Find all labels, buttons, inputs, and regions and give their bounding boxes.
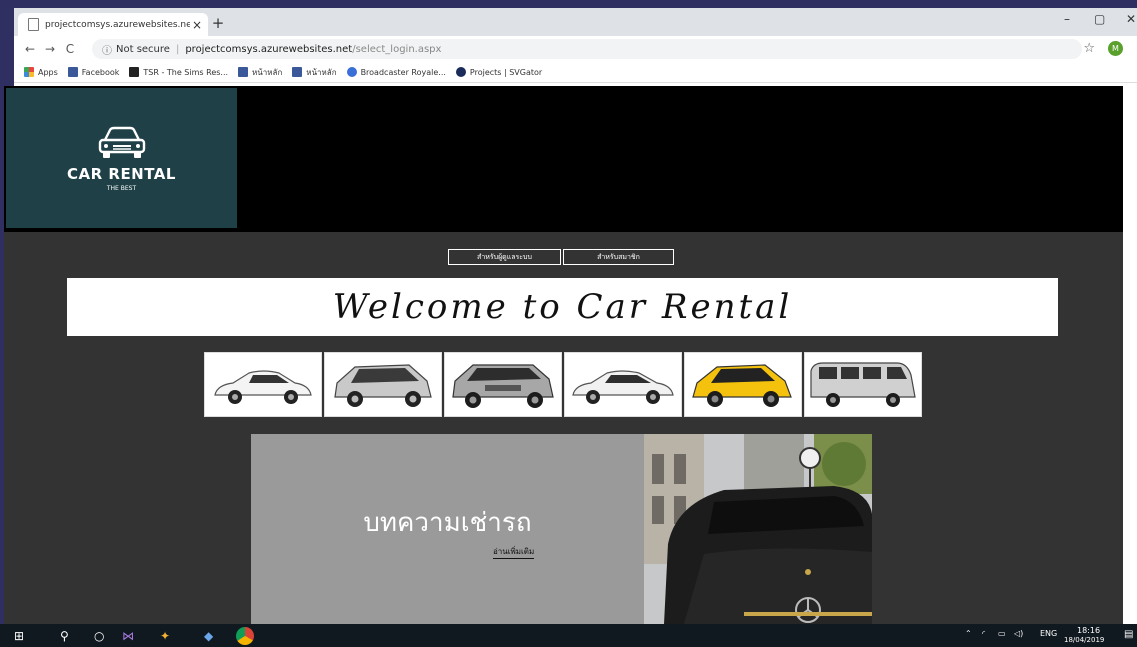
bookmark-label: Projects | SVGator [469,67,543,77]
app-icon[interactable]: ✦ [160,629,170,643]
facebook-icon [292,67,303,77]
logo-subtitle: THE BEST [106,185,137,192]
bookmarks-bar: Apps Facebook TSR - The Sims Res... หน้า… [14,62,1137,83]
security-label: Not secure [116,43,170,55]
apps-grid-icon [24,67,34,77]
tab-title: projectcomsys.azurewebsites.ne [45,19,190,30]
bookmark-label: หน้าหลัก [252,67,283,77]
logo-title: CAR RENTAL [67,165,176,183]
read-more-link[interactable]: อ่านเพิ่มเติม [493,545,535,559]
url-host: projectcomsys.azurewebsites.net [185,43,353,55]
address-bar[interactable]: ⓘ Not secure | projectcomsys.azurewebsit… [92,39,1082,59]
tab-strip: projectcomsys.azurewebsites.ne × + – ▢ ✕ [14,8,1137,36]
welcome-banner: Welcome to Car Rental [67,278,1058,336]
silver-suv-icon [334,364,432,407]
facebook-icon [238,67,249,77]
white-sedan-icon [214,370,312,404]
bookmark-label: Broadcaster Royale... [360,67,446,77]
site-logo[interactable]: CAR RENTAL THE BEST [6,88,237,228]
tsr-icon [129,67,140,77]
page-icon [28,18,39,31]
car-thumb-silver-van[interactable] [804,352,922,417]
new-tab-icon[interactable]: + [208,14,228,32]
svgator-icon [455,67,466,77]
broadcaster-icon [346,67,357,77]
volume-icon[interactable]: ◁) [1014,629,1023,638]
reload-icon[interactable]: C [60,42,80,56]
forward-icon[interactable]: → [40,42,60,56]
visual-studio-icon[interactable]: ⋈ [122,629,134,643]
article-title: บทความเช่ารถ [363,508,532,538]
back-icon[interactable]: ← [20,42,40,56]
tray-up-icon[interactable]: ⌃ [965,629,972,638]
bookmark-svgator[interactable]: Projects | SVGator [455,67,543,77]
grey-pickup-suv-icon [452,364,554,408]
yellow-hatchback-icon [692,364,792,407]
language-indicator[interactable]: ENG [1040,629,1057,638]
clock-time[interactable]: 18:16 [1077,626,1100,635]
app-icon-blue[interactable]: ◆ [204,629,213,643]
windows-taskbar: ⊞ ⚲ ○ ⋈ ✦ ◆ ⌃ ◜ ▭ ◁) ENG 18:16 18/04/201… [0,624,1137,647]
search-icon[interactable]: ⚲ [60,629,69,643]
url-path: /select_login.aspx [352,43,442,55]
bookmark-star-icon[interactable]: ☆ [1083,41,1095,56]
notifications-icon[interactable]: ▤ [1124,629,1133,640]
chrome-icon[interactable] [236,627,254,645]
tab-close-icon[interactable]: × [190,18,204,32]
car-thumb-white-compact[interactable] [564,352,682,417]
bookmark-tsr[interactable]: TSR - The Sims Res... [129,67,228,77]
header-band: CAR RENTAL THE BEST [4,86,1123,232]
member-login-button[interactable]: สำหรับสมาชิก [563,249,674,265]
article-panel: บทความเช่ารถ อ่านเพิ่มเติม [251,434,644,624]
network-icon[interactable]: ◜ [982,629,985,638]
maximize-icon[interactable]: ▢ [1094,12,1105,26]
browser-toolbar: ← → C ⓘ Not secure | projectcomsys.azure… [14,36,1137,62]
clock-date[interactable]: 18/04/2019 [1064,636,1104,644]
facebook-icon [67,67,78,77]
bookmark-facebook[interactable]: Facebook [67,67,120,77]
bookmark-apps[interactable]: Apps [24,67,58,77]
bookmark-label: Apps [38,67,58,77]
silver-van-icon [810,362,916,407]
bookmark-broadcaster[interactable]: Broadcaster Royale... [346,67,446,77]
info-icon[interactable]: ⓘ [102,42,112,57]
bookmark-label: Facebook [81,67,120,77]
task-view-icon[interactable]: ○ [94,629,104,643]
battery-icon[interactable]: ▭ [998,629,1006,638]
car-thumb-grey-suv[interactable] [444,352,562,417]
close-window-icon[interactable]: ✕ [1126,12,1136,26]
white-compact-sedan-icon [572,370,674,404]
minimize-icon[interactable]: – [1064,12,1070,26]
admin-login-button[interactable]: สำหรับผู้ดูแลระบบ [448,249,561,265]
car-thumb-yellow-hatchback[interactable] [684,352,802,417]
bookmark-home-1[interactable]: หน้าหลัก [238,66,282,79]
profile-avatar[interactable]: M [1108,41,1123,56]
bookmark-home-2[interactable]: หน้าหลัก [292,66,337,79]
car-thumb-silver-suv[interactable] [324,352,442,417]
black-car-photo [644,434,872,624]
bookmark-label: TSR - The Sims Res... [143,67,229,77]
bookmark-label: หน้าหลัก [306,67,337,77]
black-mercedes-image [644,434,872,624]
car-thumb-white-sedan[interactable] [204,352,322,417]
url-separator: | [175,43,180,55]
browser-tab[interactable]: projectcomsys.azurewebsites.ne × [18,13,208,36]
windows-start-icon[interactable]: ⊞ [14,629,24,643]
web-page: CAR RENTAL THE BEST สำหรับผู้ดูแลระบบ สำ… [4,86,1123,624]
car-icon [98,126,146,158]
